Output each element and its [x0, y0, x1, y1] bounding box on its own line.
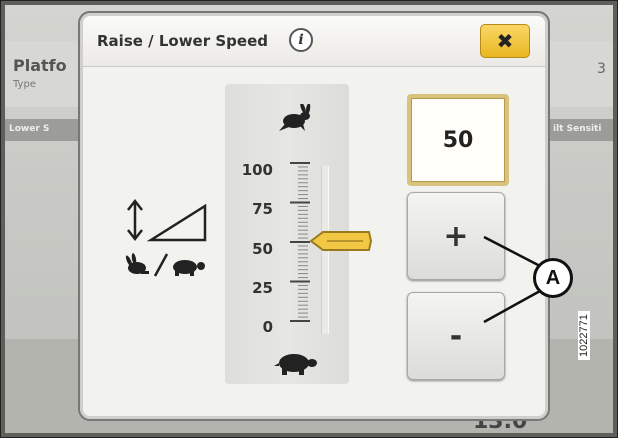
figure-number: 1022771: [578, 311, 590, 360]
callout-leader-lines: [483, 235, 541, 324]
callout-label: A: [533, 258, 573, 298]
